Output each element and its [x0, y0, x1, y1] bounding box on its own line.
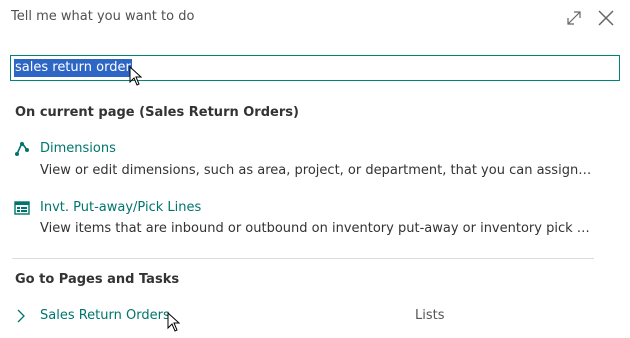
- dimensions-icon: [15, 141, 29, 156]
- chevron-right-icon[interactable]: [15, 309, 27, 323]
- result-putaway-pick-description: View items that are inbound or outbound …: [40, 221, 593, 236]
- result-dimensions-description: View or edit dimensions, such as area, p…: [40, 163, 593, 178]
- expand-button[interactable]: [563, 7, 585, 29]
- search-input[interactable]: sales return order: [14, 59, 132, 77]
- current-page-heading: On current page (Sales Return Orders): [15, 105, 299, 120]
- section-divider: [12, 258, 594, 259]
- pages-tasks-heading: Go to Pages and Tasks: [15, 272, 180, 287]
- page-type-label: Lists: [415, 308, 445, 323]
- search-box[interactable]: sales return order: [10, 55, 620, 81]
- grid-lines-icon: [14, 201, 30, 215]
- sales-return-orders-link[interactable]: Sales Return Orders: [40, 308, 170, 323]
- expand-icon: [567, 11, 581, 25]
- result-putaway-pick-link[interactable]: Invt. Put-away/Pick Lines: [40, 200, 201, 215]
- result-dimensions-link[interactable]: Dimensions: [40, 141, 116, 156]
- dialog-title: Tell me what you want to do: [11, 9, 195, 24]
- close-button[interactable]: [595, 7, 617, 29]
- close-icon: [598, 10, 614, 26]
